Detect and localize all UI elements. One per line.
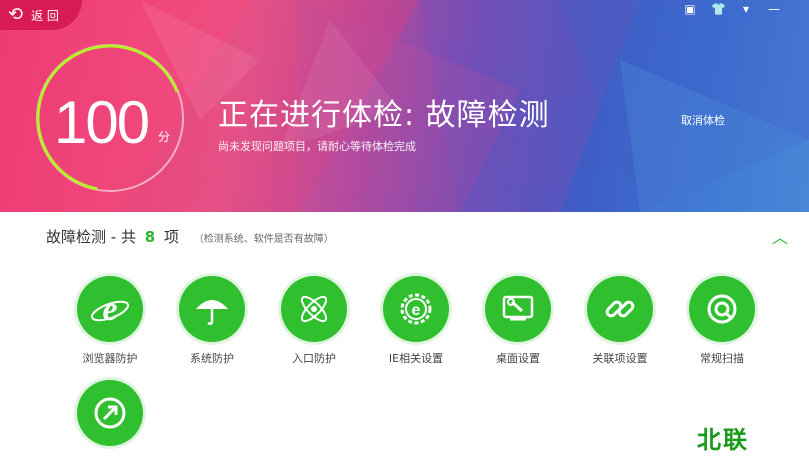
page-title: 正在进行体检: 故障检测 xyxy=(218,98,550,133)
check-item-entry[interactable]: 入口防护 xyxy=(269,276,359,366)
watermark: 北联 xyxy=(697,426,749,454)
check-item-label: IE相关设置 xyxy=(388,352,444,365)
chevron-up-icon[interactable]: ︿ xyxy=(772,224,788,248)
shortcut-arrow-icon xyxy=(77,380,143,446)
menu-icon[interactable]: ▾ xyxy=(739,2,753,16)
back-arrow-icon: ⟲ xyxy=(8,4,24,25)
section-note: （检测系统、软件是否有故障） xyxy=(193,234,334,245)
window-controls: ▣ 👕 ▾ — xyxy=(683,2,781,16)
check-item-label: 入口防护 xyxy=(292,352,336,365)
check-item-label: 系统防护 xyxy=(190,352,234,365)
cancel-checkup-button[interactable]: 取消体检 xyxy=(681,112,725,128)
back-label: 返 回 xyxy=(31,8,59,23)
check-item-system[interactable]: 系统防护 xyxy=(167,276,257,366)
status-text: 尚未发现问题项目，请耐心等待体检完成 xyxy=(218,140,416,153)
minimize-icon[interactable]: — xyxy=(767,2,781,16)
scan-icon xyxy=(689,276,755,342)
check-item-label: 桌面设置 xyxy=(496,352,540,365)
check-item-ie-settings[interactable]: e IE相关设置 xyxy=(371,276,461,366)
ie-icon: e xyxy=(77,276,143,342)
ie-gear-icon: e xyxy=(383,276,449,342)
check-item-shortcut[interactable] xyxy=(65,380,155,446)
section-title-suffix: 项 xyxy=(163,228,179,246)
umbrella-icon xyxy=(179,276,245,342)
shirt-icon[interactable]: 👕 xyxy=(711,2,726,16)
score-value: 100 xyxy=(54,89,150,156)
svg-text:e: e xyxy=(102,291,117,328)
check-item-label: 常规扫描 xyxy=(700,352,744,365)
check-item-label: 关联项设置 xyxy=(592,352,648,365)
desktop-wrench-icon xyxy=(485,276,551,342)
link-icon xyxy=(587,276,653,342)
check-item-scan[interactable]: 常规扫描 xyxy=(677,276,767,366)
score-unit: 分 xyxy=(158,130,171,144)
check-item-desktop[interactable]: 桌面设置 xyxy=(473,276,563,366)
check-item-label: 浏览器防护 xyxy=(82,352,138,365)
section-header: 故障检测 - 共 8 项 （检测系统、软件是否有故障） xyxy=(46,226,334,247)
section-title-prefix: 故障检测 - 共 xyxy=(46,228,136,246)
svg-text:e: e xyxy=(412,302,421,319)
check-item-association[interactable]: 关联项设置 xyxy=(575,276,665,366)
check-item-browser[interactable]: e 浏览器防护 xyxy=(65,276,155,366)
header-banner: ⟲ 返 回 ▣ 👕 ▾ — 100 分 正在进行体检: 故障检测 尚未发现问题项… xyxy=(0,0,809,212)
restore-icon[interactable]: ▣ xyxy=(683,2,697,16)
section-count: 8 xyxy=(144,228,156,246)
atom-icon xyxy=(281,276,347,342)
